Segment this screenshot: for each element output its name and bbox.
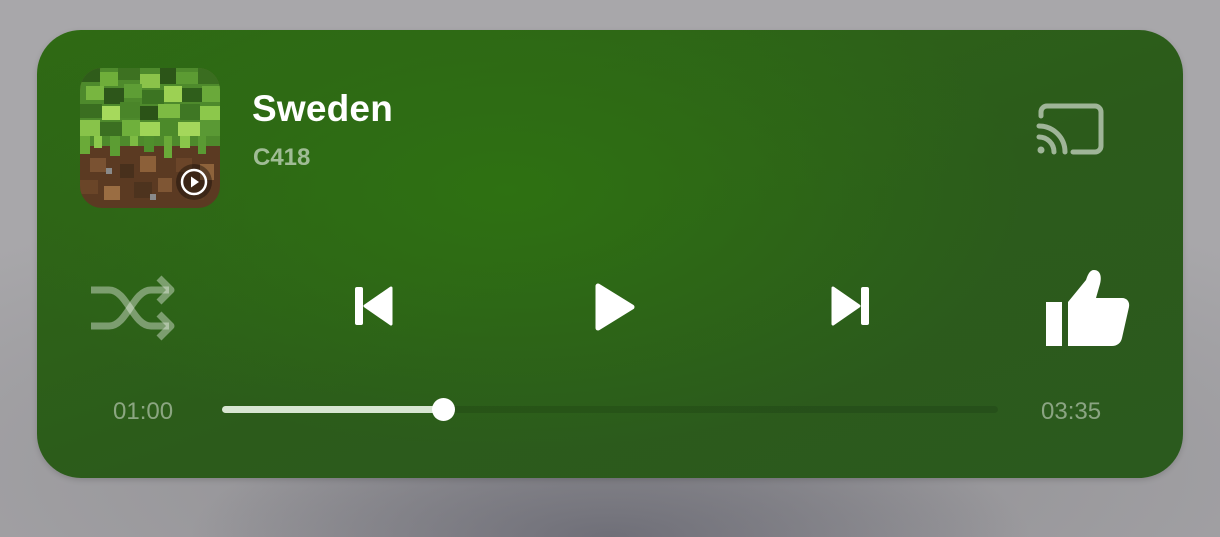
play-icon[interactable] [592,282,638,332]
skip-next-icon[interactable] [827,283,873,329]
cast-icon[interactable] [1035,102,1107,162]
track-artist: C418 [253,144,311,171]
thumbs-up-icon[interactable] [1044,268,1130,350]
progress-bar[interactable] [222,398,998,421]
shuffle-icon[interactable] [89,272,177,344]
track-title: Sweden [252,88,394,129]
total-time: 03:35 [1041,398,1102,425]
play-circle-icon [176,164,212,200]
skip-previous-icon[interactable] [351,283,397,329]
progress-thumb[interactable] [432,398,456,421]
elapsed-time: 01:00 [113,398,174,425]
progress-fill [222,406,444,413]
media-player-card: Sweden C418 01:00 03:35 [37,30,1183,478]
album-art[interactable] [80,68,220,208]
